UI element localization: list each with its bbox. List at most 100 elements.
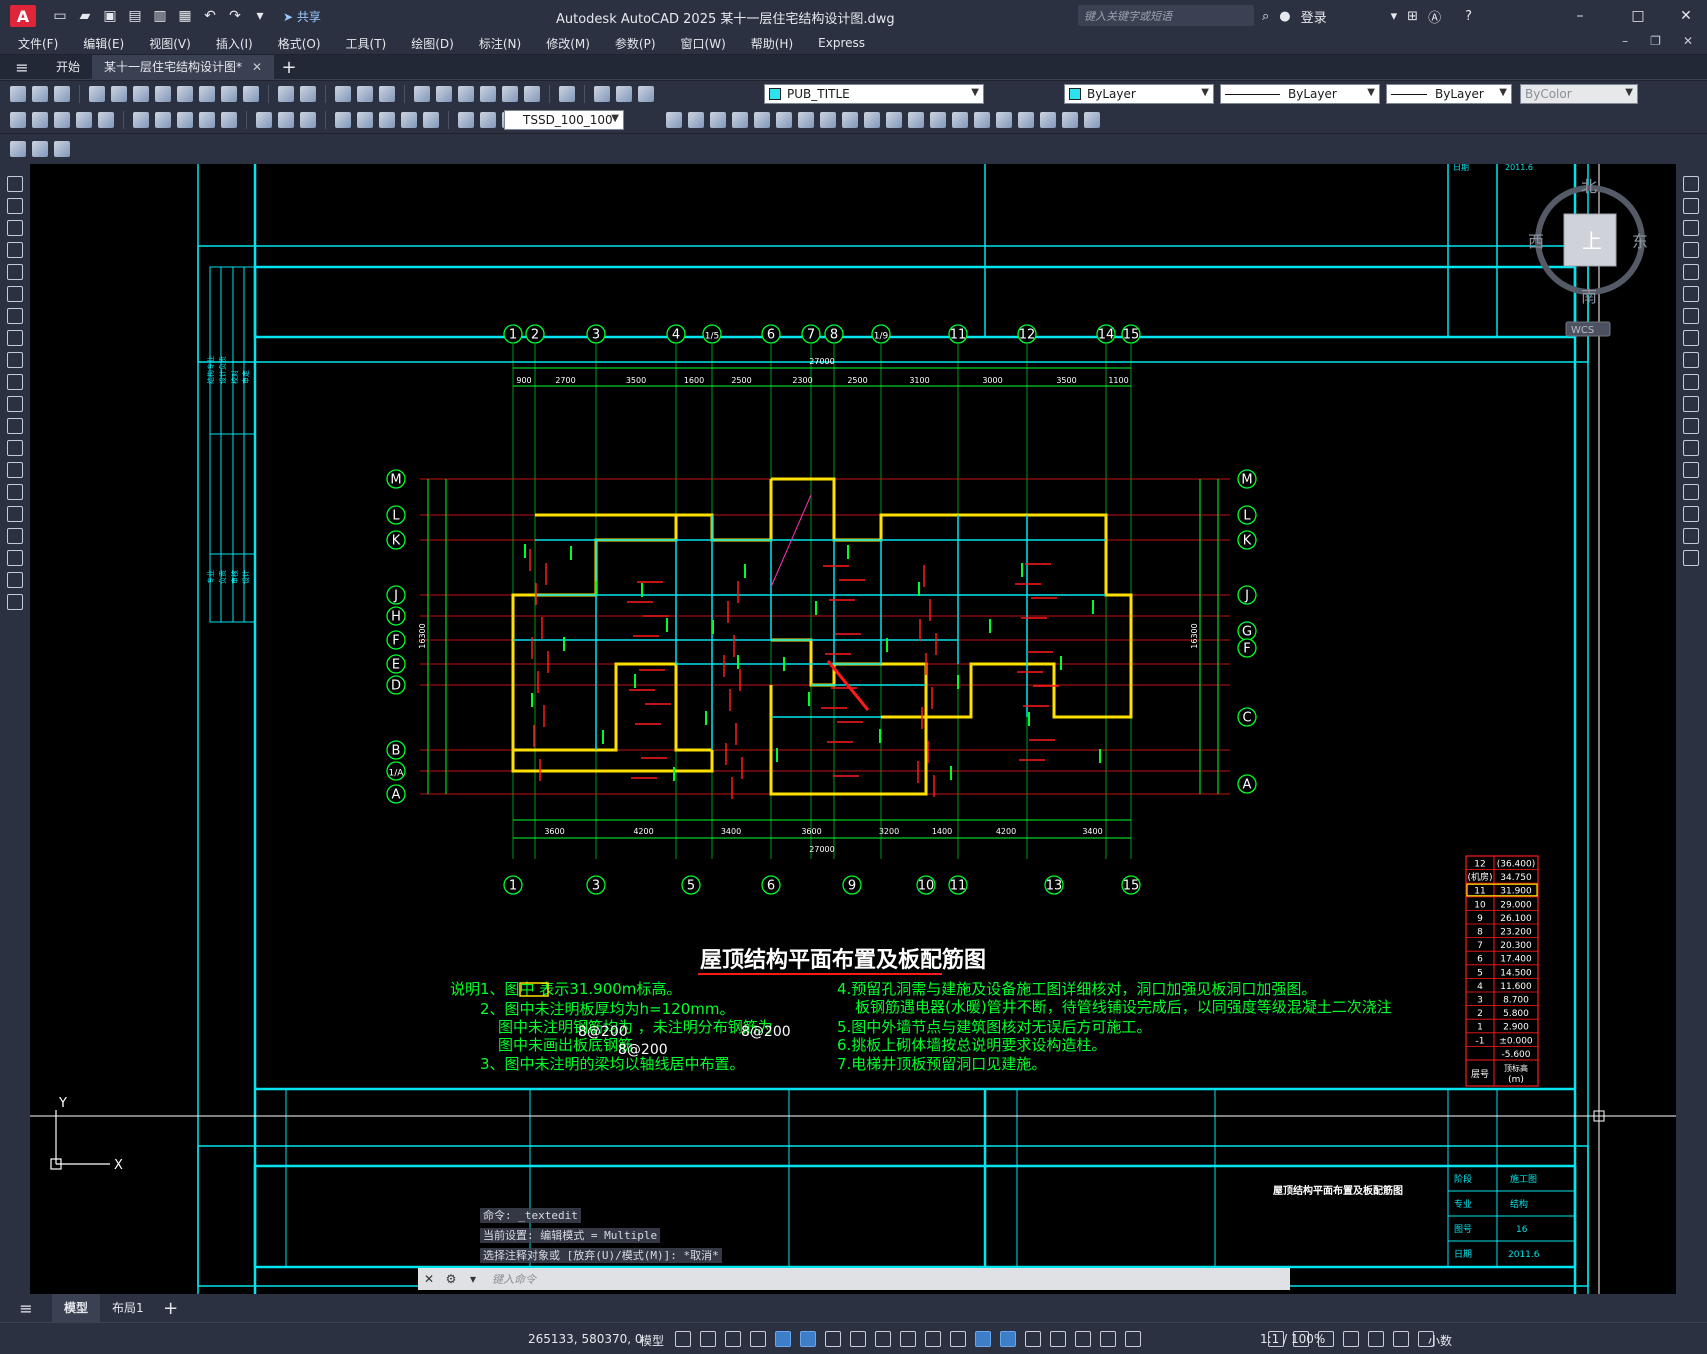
modify-tool-icon[interactable] (1683, 308, 1699, 324)
status-toggle-icon[interactable] (1393, 1331, 1409, 1347)
modify-tool-icon[interactable] (1683, 396, 1699, 412)
menu-view[interactable]: 视图(V) (149, 35, 191, 52)
toolbar-tool-icon[interactable] (996, 112, 1012, 128)
menu-file[interactable]: 文件(F) (18, 35, 58, 52)
toolbar-tool-icon[interactable] (502, 86, 518, 102)
linetype-dropdown[interactable]: ByLayer ▼ (1220, 84, 1380, 104)
draw-tool-icon[interactable] (7, 330, 23, 346)
close-tab-icon[interactable]: ✕ (252, 60, 262, 74)
new-layout-icon[interactable]: + (156, 1296, 186, 1321)
toolbar-tool-icon[interactable] (754, 112, 770, 128)
modify-tool-icon[interactable] (1683, 286, 1699, 302)
wcs-menu[interactable]: WCS (1571, 325, 1594, 336)
modify-tool-icon[interactable] (1683, 220, 1699, 236)
print-icon[interactable]: ▦ (177, 8, 193, 24)
draw-tool-icon[interactable] (7, 176, 23, 192)
toolbar-tool-icon[interactable] (98, 112, 114, 128)
tab-model[interactable]: 模型 (52, 1294, 101, 1322)
open-sheet-icon[interactable]: ▥ (152, 8, 168, 24)
draw-tool-icon[interactable] (7, 220, 23, 236)
status-toggle-icon[interactable] (975, 1331, 991, 1347)
units-dropdown[interactable]: 小数 (1428, 1332, 1452, 1349)
draw-tool-icon[interactable] (7, 484, 23, 500)
viewcube-north[interactable]: 北 (1581, 177, 1597, 196)
toolbar-tool-icon[interactable] (54, 112, 70, 128)
modify-tool-icon[interactable] (1683, 506, 1699, 522)
menu-format[interactable]: 格式(O) (278, 35, 321, 52)
menu-edit[interactable]: 编辑(E) (83, 35, 124, 52)
modify-tool-icon[interactable] (1683, 550, 1699, 566)
status-toggle-icon[interactable] (775, 1331, 791, 1347)
draw-tool-icon[interactable] (7, 352, 23, 368)
status-toggle-icon[interactable] (1100, 1331, 1116, 1347)
toolbar-tool-icon[interactable] (278, 112, 294, 128)
annotation-scale[interactable]: 1:1 / 100% (1260, 1332, 1325, 1346)
tab-drawing[interactable]: 某十一层住宅结构设计图* ✕ (92, 55, 275, 79)
open-folder-icon[interactable]: ▰ (77, 8, 93, 24)
menu-insert[interactable]: 插入(I) (216, 35, 253, 52)
modify-tool-icon[interactable] (1683, 176, 1699, 192)
toolbar-tool-icon[interactable] (886, 112, 902, 128)
menu-tools[interactable]: 工具(T) (346, 35, 387, 52)
viewcube-east[interactable]: 东 (1632, 232, 1648, 251)
status-toggle-icon[interactable] (925, 1331, 941, 1347)
command-input[interactable]: 键入命令 (492, 1271, 536, 1287)
toolbar-tool-icon[interactable] (221, 86, 237, 102)
save-as-icon[interactable]: ▤ (127, 8, 143, 24)
customize-qat-icon[interactable]: ▾ (252, 8, 268, 24)
dimstyle-dropdown[interactable]: TSSD_100_100 ▼ (504, 110, 624, 130)
draw-tool-icon[interactable] (7, 198, 23, 214)
toolbar-tool-icon[interactable] (524, 86, 540, 102)
modify-tool-icon[interactable] (1683, 352, 1699, 368)
toolbar-tool-icon[interactable] (177, 112, 193, 128)
status-toggle-icon[interactable] (900, 1331, 916, 1347)
toolbar-tool-icon[interactable] (335, 112, 351, 128)
toolbar-tool-icon[interactable] (379, 112, 395, 128)
toolbar-tool-icon[interactable] (300, 86, 316, 102)
status-toggle-icon[interactable] (725, 1331, 741, 1347)
close-command-icon[interactable]: ✕ (418, 1272, 440, 1286)
status-toggle-icon[interactable] (675, 1331, 691, 1347)
new-tab-icon[interactable]: + (274, 55, 304, 79)
toolbar-tool-icon[interactable] (32, 112, 48, 128)
draw-tool-icon[interactable] (7, 374, 23, 390)
toolbar-tool-icon[interactable] (133, 112, 149, 128)
draw-tool-icon[interactable] (7, 506, 23, 522)
color-dropdown[interactable]: ByLayer ▼ (1064, 84, 1214, 104)
doc-restore-icon[interactable]: ❐ (1650, 34, 1661, 48)
toolbar-tool-icon[interactable] (357, 86, 373, 102)
draw-tool-icon[interactable] (7, 550, 23, 566)
toolbar-tool-icon[interactable] (300, 112, 316, 128)
toolbar-tool-icon[interactable] (335, 86, 351, 102)
search-input[interactable]: 键入关键字或短语 (1078, 5, 1254, 26)
status-toggle-icon[interactable] (875, 1331, 891, 1347)
status-toggle-icon[interactable] (1000, 1331, 1016, 1347)
status-toggle-icon[interactable] (1025, 1331, 1041, 1347)
status-toggle-icon[interactable] (750, 1331, 766, 1347)
login-button[interactable]: 登录 (1301, 7, 1327, 26)
status-toggle-icon[interactable] (950, 1331, 966, 1347)
model-space-toggle[interactable]: 模型 (640, 1332, 664, 1349)
menu-window[interactable]: 窗口(W) (681, 35, 726, 52)
toolbar-tool-icon[interactable] (256, 112, 272, 128)
toolbar-tool-icon[interactable] (133, 86, 149, 102)
draw-tool-icon[interactable] (7, 396, 23, 412)
status-toggle-icon[interactable] (1075, 1331, 1091, 1347)
draw-tool-icon[interactable] (7, 440, 23, 456)
layer-dropdown[interactable]: PUB_TITLE ▼ (764, 84, 984, 104)
toolbar-tool-icon[interactable] (458, 112, 474, 128)
toolbar-tool-icon[interactable] (278, 86, 294, 102)
toolbar-tool-icon[interactable] (864, 112, 880, 128)
status-toggle-icon[interactable] (700, 1331, 716, 1347)
modify-tool-icon[interactable] (1683, 242, 1699, 258)
toolbar-tool-icon[interactable] (111, 86, 127, 102)
draw-tool-icon[interactable] (7, 528, 23, 544)
toolbar-tool-icon[interactable] (10, 112, 26, 128)
toolbar-tool-icon[interactable] (177, 86, 193, 102)
toolbar-tool-icon[interactable] (221, 112, 237, 128)
draw-tool-icon[interactable] (7, 572, 23, 588)
viewcube-west[interactable]: 西 (1528, 232, 1544, 251)
draw-tool-icon[interactable] (7, 286, 23, 302)
status-toggle-icon[interactable] (1125, 1331, 1141, 1347)
tab-start[interactable]: 开始 (44, 55, 92, 79)
